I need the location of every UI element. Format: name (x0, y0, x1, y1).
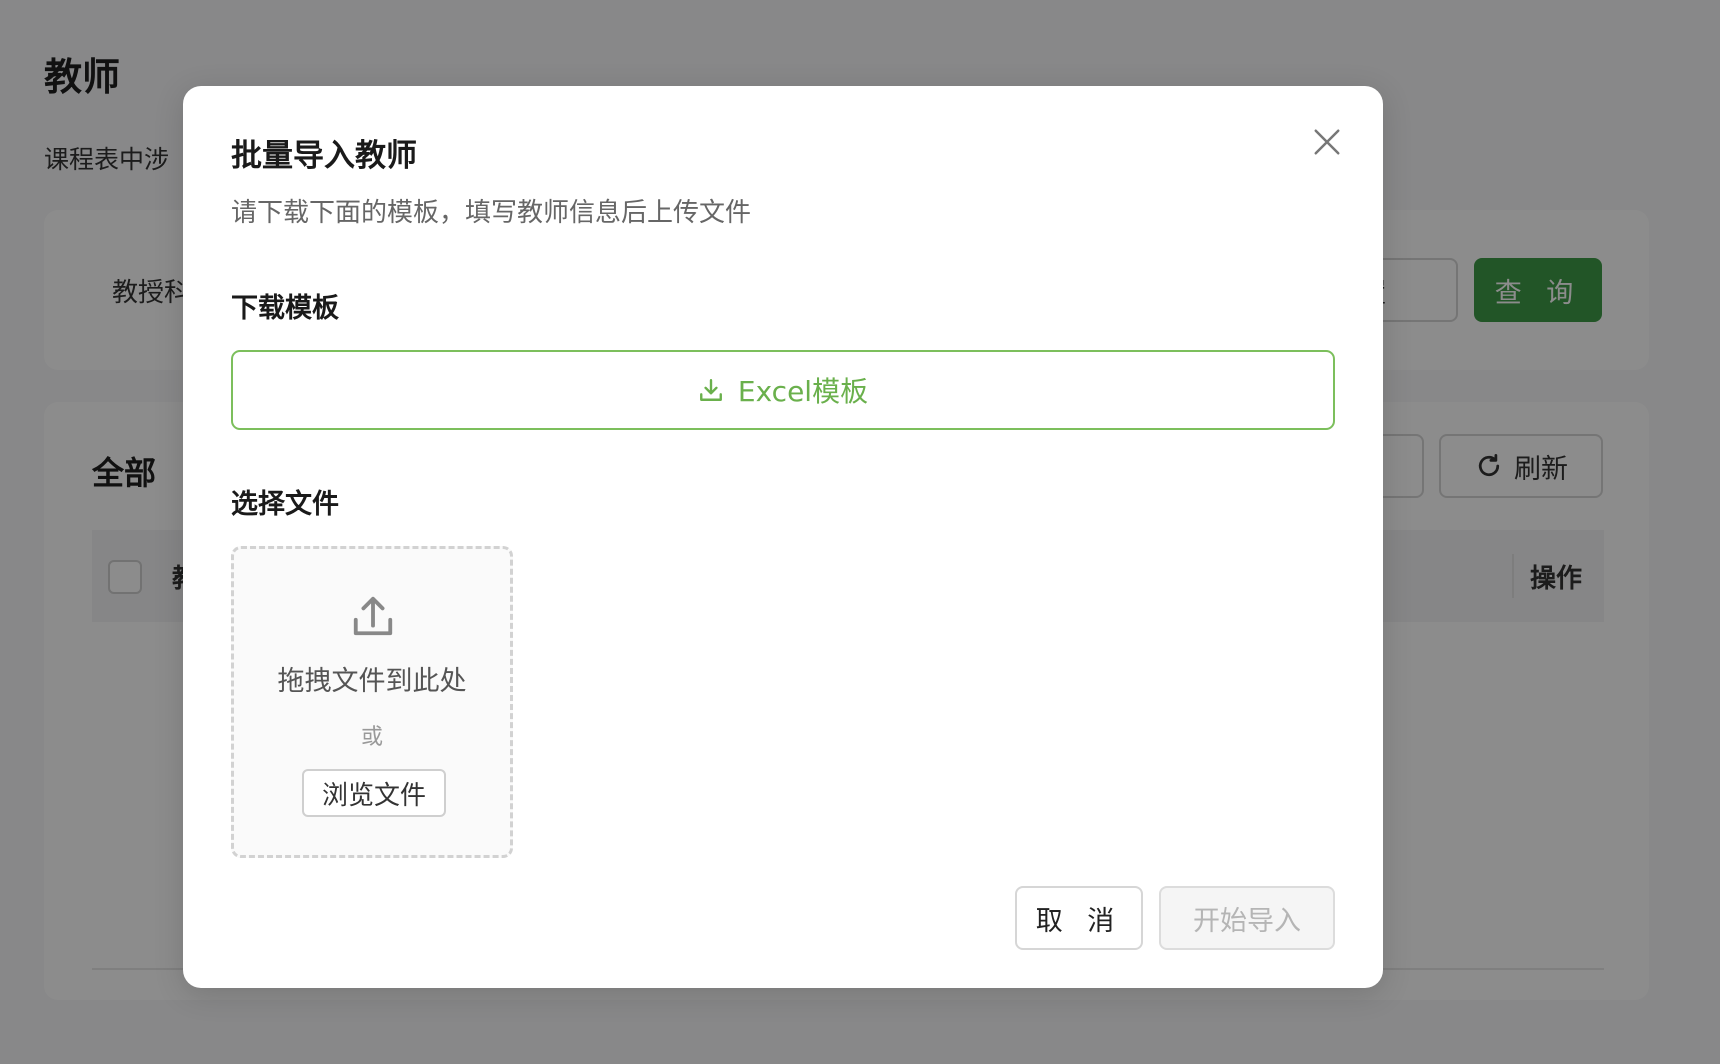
or-text: 或 (360, 725, 383, 750)
upload-icon (353, 596, 393, 636)
cancel-button[interactable]: 取 消 (1015, 886, 1143, 950)
browse-files-button[interactable]: 浏览文件 (302, 769, 446, 817)
modal-title: 批量导入教师 (231, 138, 417, 174)
modal-description: 请下载下面的模板，填写教师信息后上传文件 (231, 198, 752, 228)
close-icon (1314, 129, 1340, 155)
drag-hint-text: 拖拽文件到此处 (277, 666, 467, 697)
excel-template-label: Excel模板 (737, 375, 869, 408)
select-file-section-label: 选择文件 (231, 489, 339, 520)
teacher-page: 教师 课程表中涉 教授科 重 置 查 询 全部 导入 刷新 教 操作 批量导入教… (0, 0, 1720, 1064)
close-button[interactable] (1307, 122, 1347, 162)
download-section-label: 下载模板 (231, 293, 339, 324)
download-icon (699, 379, 722, 401)
start-import-button[interactable]: 开始导入 (1159, 886, 1335, 950)
import-modal: 批量导入教师 请下载下面的模板，填写教师信息后上传文件 下载模板 Excel模板… (183, 86, 1383, 988)
excel-template-button[interactable]: Excel模板 (231, 350, 1335, 430)
file-dropzone[interactable]: 拖拽文件到此处 或 浏览文件 (231, 546, 513, 858)
